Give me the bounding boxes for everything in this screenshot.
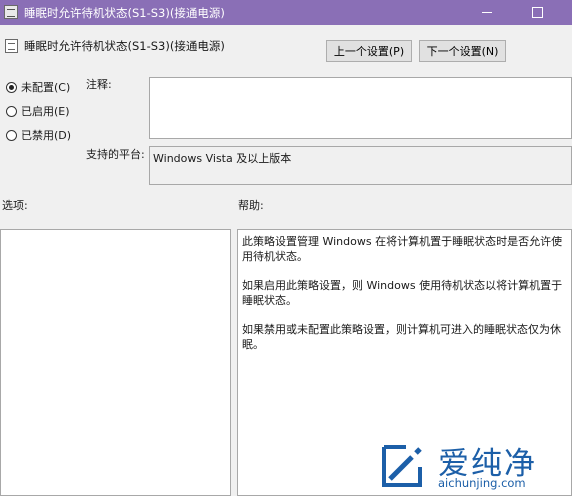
- help-paragraph: 如果启用此策略设置，则 Windows 使用待机状态以将计算机置于睡眠状态。: [242, 279, 563, 307]
- brand-url: aichunjing.com: [438, 476, 526, 490]
- minimize-icon[interactable]: [468, 0, 506, 25]
- radio-button[interactable]: [6, 105, 17, 117]
- next-setting-button[interactable]: 下一个设置(N): [419, 40, 506, 62]
- help-paragraph: 如果禁用或未配置此策略设置，则计算机可进入的睡眠状态仅为休眠。: [242, 323, 561, 351]
- platform-value: Windows Vista 及以上版本: [153, 152, 292, 165]
- radio-label: 未配置(C): [21, 81, 71, 94]
- radio-button[interactable]: [6, 81, 17, 93]
- options-label: 选项:: [2, 199, 28, 212]
- radio-label: 已启用(E): [21, 105, 70, 118]
- policy-setting-icon: [5, 39, 18, 53]
- radio-enabled[interactable]: 已启用(E): [6, 103, 70, 119]
- brand-logo-icon: [382, 445, 422, 487]
- maximize-icon[interactable]: [518, 0, 556, 25]
- watermark: 爱纯净 aichunjing.com: [372, 438, 572, 496]
- comment-label: 注释:: [86, 78, 112, 91]
- platform-field: Windows Vista 及以上版本: [149, 146, 572, 185]
- options-panel[interactable]: [0, 229, 231, 496]
- radio-label: 已禁用(D): [21, 129, 72, 142]
- setting-title: 睡眠时允许待机状态(S1-S3)(接通电源): [24, 39, 225, 53]
- comment-textarea[interactable]: [149, 77, 572, 139]
- previous-setting-button[interactable]: 上一个设置(P): [326, 40, 412, 62]
- help-paragraph: 此策略设置管理 Windows 在将计算机置于睡眠状态时是否允许使用待机状态。: [242, 235, 563, 263]
- radio-not-configured[interactable]: 未配置(C): [6, 79, 70, 95]
- radio-disabled[interactable]: 已禁用(D): [6, 127, 71, 143]
- title-bar: 睡眠时允许待机状态(S1-S3)(接通电源): [0, 0, 572, 25]
- help-label: 帮助:: [238, 199, 264, 212]
- radio-button[interactable]: [6, 129, 17, 141]
- window-title: 睡眠时允许待机状态(S1-S3)(接通电源): [24, 6, 225, 20]
- platform-label: 支持的平台:: [86, 148, 145, 161]
- policy-app-icon: [4, 5, 18, 19]
